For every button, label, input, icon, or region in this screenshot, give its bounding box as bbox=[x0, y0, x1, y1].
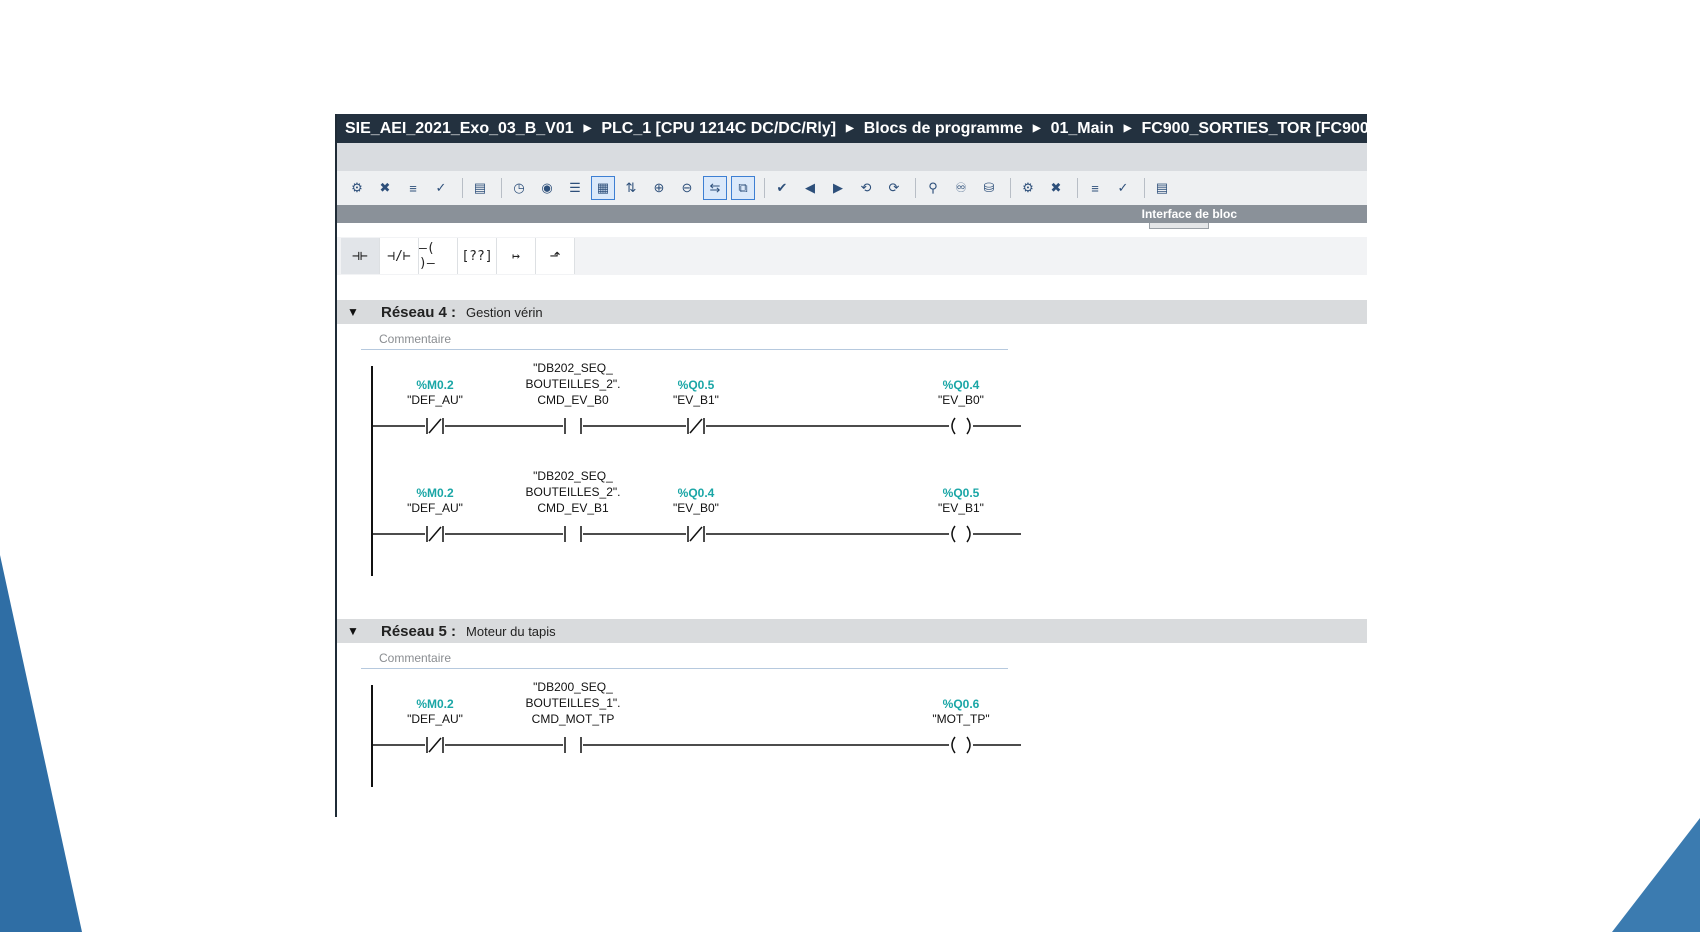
slide-decoration-left bbox=[0, 555, 82, 932]
chevron-right-icon: ▶ bbox=[1032, 123, 1041, 134]
nc-contact bbox=[686, 418, 706, 434]
operand-address[interactable]: %M0.2 bbox=[385, 378, 485, 392]
output-coil bbox=[949, 736, 973, 754]
favorites-icon[interactable]: ☰ bbox=[563, 176, 587, 200]
toolbar-separator bbox=[462, 178, 463, 198]
network-4: ▼ Réseau 4 : Gestion vérin Commentaire %M0.2… bbox=[337, 300, 1367, 588]
collapse-networks-icon[interactable]: ⊕ bbox=[647, 176, 671, 200]
insert-network-icon[interactable]: ⚙ bbox=[345, 176, 369, 200]
coil-symbol[interactable]: "EV_B0" bbox=[911, 392, 1011, 408]
update-calls-icon[interactable]: ⚙ bbox=[1016, 176, 1040, 200]
no-contact bbox=[563, 418, 583, 434]
breadcrumb-item[interactable]: Blocs de programme bbox=[864, 120, 1023, 138]
no-contact-button[interactable]: ⊣⊢ bbox=[341, 238, 380, 274]
monitor-off-icon[interactable]: ◀ bbox=[798, 176, 822, 200]
nc-contact-button[interactable]: ⊣/⊢ bbox=[380, 238, 419, 274]
toolbar-separator bbox=[1077, 178, 1078, 198]
toolbar-separator bbox=[1010, 178, 1011, 198]
goto-next-error-icon[interactable]: ♾ bbox=[949, 176, 973, 200]
network-list-icon[interactable]: ⊖ bbox=[675, 176, 699, 200]
operand-address[interactable]: %Q0.5 bbox=[646, 378, 746, 392]
ladder-diagram bbox=[371, 366, 1021, 576]
slide-decoration-right bbox=[1612, 818, 1700, 932]
operand-address[interactable]: %M0.2 bbox=[385, 486, 485, 500]
contact-gap bbox=[563, 526, 583, 542]
breadcrumb-item[interactable]: 01_Main bbox=[1051, 120, 1114, 138]
toolbar-separator bbox=[1144, 178, 1145, 198]
operand-symbol[interactable]: "EV_B0" bbox=[626, 500, 766, 516]
ladder-elements-toolbar: ⊣⊢ ⊣/⊢ –( )– [??] ↦ ⬏ bbox=[337, 237, 1367, 275]
breadcrumb-item[interactable]: SIE_AEI_2021_Exo_03_B_V01 bbox=[345, 120, 574, 138]
snapshot-icon[interactable]: ⟲ bbox=[854, 176, 878, 200]
operand-symbol[interactable]: "DB202_SEQ_ BOUTEILLES_2". CMD_EV_B0 bbox=[503, 360, 643, 408]
operand-symbol[interactable]: "DB200_SEQ_ BOUTEILLES_1". CMD_MOT_TP bbox=[503, 679, 643, 727]
close-branch-button[interactable]: ⬏ bbox=[536, 238, 575, 274]
operand-address[interactable]: %Q0.4 bbox=[646, 486, 746, 500]
breadcrumb-item[interactable]: FC900_SORTIES_TOR [FC900] bbox=[1141, 120, 1367, 138]
coil-address[interactable]: %Q0.6 bbox=[911, 697, 1011, 711]
nc-contact bbox=[425, 526, 445, 542]
output-coil bbox=[949, 417, 973, 435]
contact-gap bbox=[563, 737, 583, 753]
compare-icon[interactable]: ▶ bbox=[826, 176, 850, 200]
expand-networks-icon[interactable]: ⇅ bbox=[619, 176, 643, 200]
goto-previous-error-icon[interactable]: ⚲ bbox=[921, 176, 945, 200]
empty-box-button[interactable]: [??] bbox=[458, 238, 497, 274]
glasses-icon[interactable]: ✓ bbox=[1111, 176, 1135, 200]
operand-symbol[interactable]: "DEF_AU" bbox=[365, 392, 505, 408]
check-icon[interactable]: ⟳ bbox=[882, 176, 906, 200]
no-contact bbox=[563, 737, 583, 753]
chevron-right-icon: ▶ bbox=[1123, 123, 1132, 134]
display-list-icon[interactable]: ⇆ bbox=[703, 176, 727, 200]
interface-splitter[interactable] bbox=[1149, 223, 1209, 229]
insert-row-icon[interactable]: ≡ bbox=[401, 176, 425, 200]
block-compare-icon[interactable]: ≡ bbox=[1083, 176, 1107, 200]
nc-contact bbox=[686, 526, 706, 542]
operand-symbol[interactable]: "EV_B1" bbox=[626, 392, 766, 408]
network-5: ▼ Réseau 5 : Moteur du tapis Commentaire %M0… bbox=[337, 619, 1367, 799]
delete-network-icon[interactable]: ✖ bbox=[373, 176, 397, 200]
operand-address[interactable]: %M0.2 bbox=[385, 697, 485, 711]
chevron-right-icon: ▶ bbox=[846, 123, 854, 134]
breadcrumb: SIE_AEI_2021_Exo_03_B_V01 ▶ PLC_1 [CPU 121… bbox=[337, 114, 1367, 143]
memory-icon[interactable]: ▤ bbox=[1150, 176, 1174, 200]
output-coil bbox=[949, 525, 973, 543]
no-contact bbox=[563, 526, 583, 542]
contact-gap bbox=[563, 418, 583, 434]
nc-contact bbox=[425, 737, 445, 753]
coil-symbol[interactable]: "MOT_TP" bbox=[911, 711, 1011, 727]
editor-toolbar: ⚙ ✖ ≡ ✓ ▤ ◷ ◉ ☰ ▦ ⇅ ⊕ ⊖ ⇆ ⧉ ✔ ◀ ▶ ⟲ ⟳ ⚲ ♾ ⛁ ⚙ ✖ ≡ ✓ ▤ bbox=[337, 171, 1367, 205]
breadcrumb-item[interactable]: PLC_1 [CPU 1214C DC/DC/Rly] bbox=[601, 120, 836, 138]
highlight-icon[interactable]: ⧉ bbox=[731, 176, 755, 200]
absolute-operands-icon[interactable]: ◷ bbox=[507, 176, 531, 200]
toolbar-separator bbox=[915, 178, 916, 198]
coil-address[interactable]: %Q0.5 bbox=[911, 486, 1011, 500]
monitor-on-icon[interactable]: ✔ bbox=[770, 176, 794, 200]
comments-icon[interactable]: ▦ bbox=[591, 176, 615, 200]
operand-symbol[interactable]: "DEF_AU" bbox=[365, 500, 505, 516]
nc-contact bbox=[425, 418, 445, 434]
toolbar-separator bbox=[764, 178, 765, 198]
title-bar bbox=[337, 143, 1367, 171]
show-references-icon[interactable]: ⛁ bbox=[977, 176, 1001, 200]
operand-symbol[interactable]: "DEF_AU" bbox=[365, 711, 505, 727]
coil-symbol[interactable]: "EV_B1" bbox=[911, 500, 1011, 516]
tia-portal-editor: SIE_AEI_2021_Exo_03_B_V01 ▶ PLC_1 [CPU 121… bbox=[335, 114, 1367, 817]
db-access-icon[interactable]: ▤ bbox=[468, 176, 492, 200]
add-row-icon[interactable]: ✓ bbox=[429, 176, 453, 200]
chevron-right-icon: ▶ bbox=[583, 123, 592, 134]
operand-symbol[interactable]: "DB202_SEQ_ BOUTEILLES_2". CMD_EV_B1 bbox=[503, 468, 643, 516]
refresh-icon[interactable]: ✖ bbox=[1044, 176, 1068, 200]
networks-on-off-icon[interactable]: ◉ bbox=[535, 176, 559, 200]
coil-address[interactable]: %Q0.4 bbox=[911, 378, 1011, 392]
coil-button[interactable]: –( )– bbox=[419, 238, 458, 274]
block-interface-bar[interactable]: Interface de bloc bbox=[337, 205, 1367, 223]
toolbar-separator bbox=[501, 178, 502, 198]
open-branch-button[interactable]: ↦ bbox=[497, 238, 536, 274]
